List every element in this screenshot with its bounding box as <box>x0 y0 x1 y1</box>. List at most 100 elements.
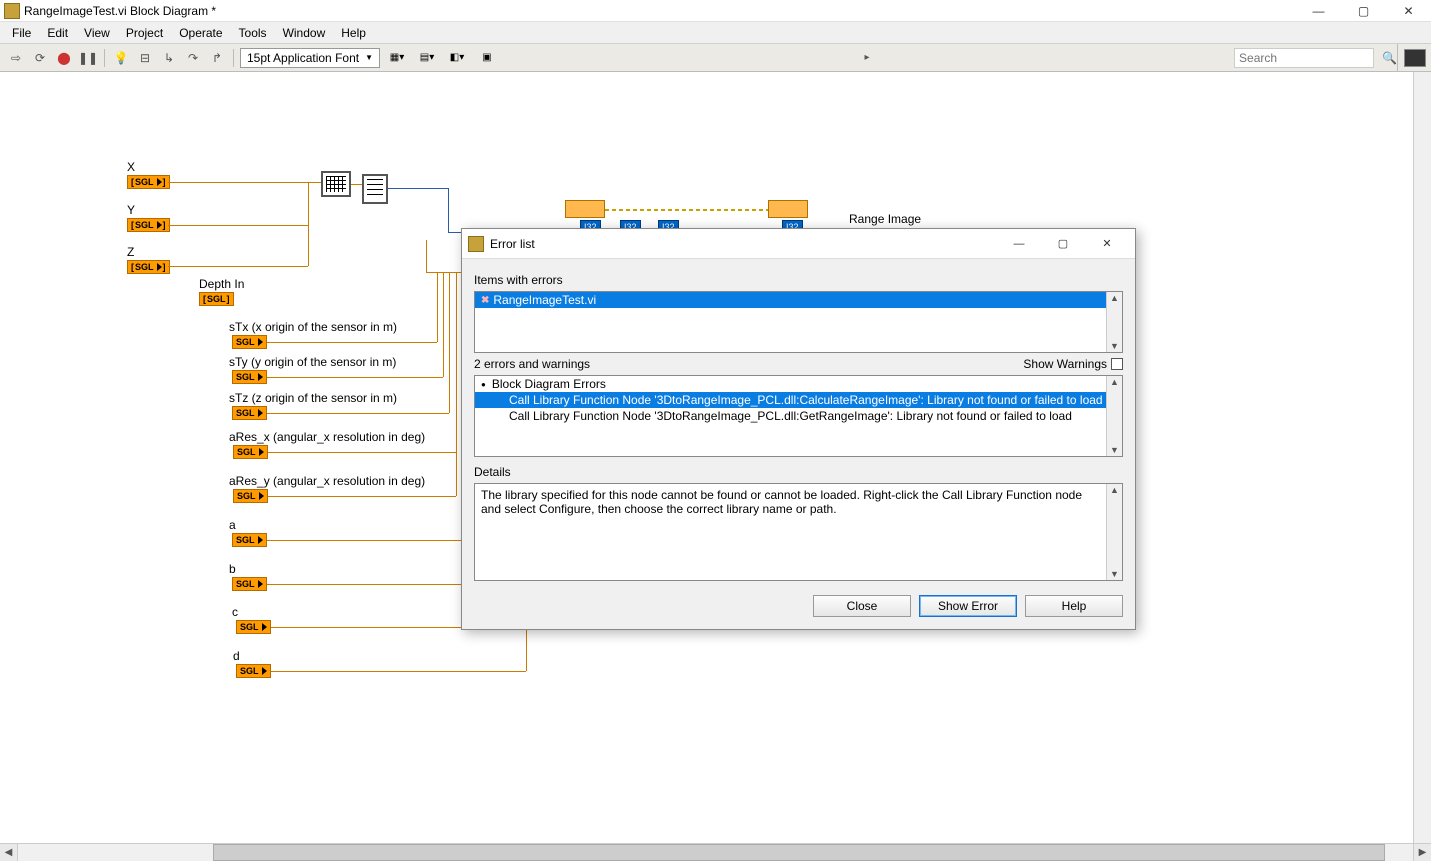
menu-bar: File Edit View Project Operate Tools Win… <box>0 22 1431 44</box>
font-selector[interactable]: 15pt Application Font ▼ <box>240 48 380 68</box>
error-entry-1[interactable]: Call Library Function Node '3DtoRangeIma… <box>475 392 1122 408</box>
control-d[interactable]: SGL <box>236 664 271 678</box>
label-range-image: Range Image <box>849 212 921 226</box>
control-aresx[interactable]: SGL <box>233 445 268 459</box>
show-warnings-toggle[interactable]: Show Warnings <box>1023 357 1123 371</box>
abort-button[interactable]: ⬤ <box>54 48 74 68</box>
dialog-title-bar[interactable]: Error list — ▢ ✕ <box>462 229 1135 259</box>
details-content: The library specified for this node cann… <box>481 488 1116 516</box>
control-stx[interactable]: SGL <box>232 335 267 349</box>
control-y[interactable]: SGL <box>127 218 170 232</box>
scroll-right-icon[interactable]: ▶ <box>1413 844 1431 861</box>
label-aresx: aRes_x (angular_x resolution in deg) <box>229 430 425 444</box>
control-aresy[interactable]: SGL <box>233 489 268 503</box>
window-controls: — ▢ ✕ <box>1296 1 1431 21</box>
label-a: a <box>229 518 236 532</box>
build-array-node[interactable] <box>362 174 388 204</box>
label-d: d <box>233 649 240 663</box>
maximize-button[interactable]: ▢ <box>1341 1 1386 21</box>
dialog-body: Items with errors ✖ RangeImageTest.vi ▲▼… <box>462 259 1135 587</box>
horizontal-scrollbar[interactable]: ◀ ▶ <box>0 843 1431 861</box>
control-sty[interactable]: SGL <box>232 370 267 384</box>
step-into-button[interactable]: ↳ <box>159 48 179 68</box>
align-button[interactable]: ▦▾ <box>384 48 410 68</box>
details-text: The library specified for this node cann… <box>474 483 1123 581</box>
control-z[interactable]: SGL <box>127 260 170 274</box>
reorder-button[interactable]: ▣ <box>474 48 500 68</box>
window-title: RangeImageTest.vi Block Diagram * <box>24 4 1296 18</box>
error-item-label: RangeImageTest.vi <box>493 293 596 307</box>
label-x: X <box>127 160 135 174</box>
control-depth-in[interactable]: SGL <box>199 292 234 306</box>
run-continuous-button[interactable]: ⟳ <box>30 48 50 68</box>
menu-project[interactable]: Project <box>118 24 171 42</box>
label-sty: sTy (y origin of the sensor in m) <box>229 355 396 369</box>
menu-view[interactable]: View <box>76 24 118 42</box>
label-y: Y <box>127 203 135 217</box>
dialog-close-button[interactable]: ✕ <box>1085 230 1129 258</box>
errors-summary-row: 2 errors and warnings Show Warnings <box>474 357 1123 371</box>
search-input[interactable] <box>1239 51 1369 65</box>
function-node-2[interactable] <box>768 200 808 218</box>
control-a[interactable]: SGL <box>232 533 267 547</box>
error-item[interactable]: ✖ RangeImageTest.vi <box>475 292 1122 308</box>
title-bar: RangeImageTest.vi Block Diagram * — ▢ ✕ <box>0 0 1431 22</box>
search-trigger-icon: ▸ <box>865 52 870 63</box>
dialog-minimize-button[interactable]: — <box>997 230 1041 258</box>
menu-window[interactable]: Window <box>275 24 334 42</box>
build-cluster-node[interactable] <box>321 171 351 197</box>
menu-help[interactable]: Help <box>333 24 374 42</box>
vertical-scrollbar[interactable] <box>1413 72 1431 843</box>
run-button[interactable]: ⇨ <box>6 48 26 68</box>
menu-edit[interactable]: Edit <box>39 24 76 42</box>
function-node-1[interactable] <box>565 200 605 218</box>
menu-tools[interactable]: Tools <box>231 24 275 42</box>
menu-operate[interactable]: Operate <box>171 24 230 42</box>
pause-button[interactable]: ❚❚ <box>78 48 98 68</box>
chevron-down-icon: ▼ <box>365 53 373 62</box>
error-group[interactable]: Block Diagram Errors <box>475 376 1122 392</box>
highlight-execution-button[interactable]: 💡 <box>111 48 131 68</box>
separator <box>104 49 105 67</box>
step-over-button[interactable]: ↷ <box>183 48 203 68</box>
control-b[interactable]: SGL <box>232 577 267 591</box>
control-c[interactable]: SGL <box>236 620 271 634</box>
distribute-button[interactable]: ▤▾ <box>414 48 440 68</box>
list-scrollbar[interactable]: ▲▼ <box>1106 376 1122 456</box>
show-warnings-label: Show Warnings <box>1023 357 1107 371</box>
close-button[interactable]: Close <box>813 595 911 617</box>
scroll-track[interactable] <box>18 844 1413 861</box>
scroll-thumb[interactable] <box>213 844 1385 861</box>
connector-pane-icon[interactable] <box>1397 44 1431 72</box>
show-error-button[interactable]: Show Error <box>919 595 1017 617</box>
label-stz: sTz (z origin of the sensor in m) <box>229 391 397 405</box>
help-button[interactable]: Help <box>1025 595 1123 617</box>
items-with-errors-list[interactable]: ✖ RangeImageTest.vi ▲▼ <box>474 291 1123 353</box>
scroll-left-icon[interactable]: ◀ <box>0 844 18 861</box>
errors-count-label: 2 errors and warnings <box>474 357 1023 371</box>
close-button[interactable]: ✕ <box>1386 1 1431 21</box>
error-list-dialog: Error list — ▢ ✕ Items with errors ✖ Ran… <box>461 228 1136 630</box>
dialog-button-row: Close Show Error Help <box>462 587 1135 629</box>
retain-wire-button[interactable]: ⊟ <box>135 48 155 68</box>
minimize-button[interactable]: — <box>1296 1 1341 21</box>
menu-file[interactable]: File <box>4 24 39 42</box>
resize-button[interactable]: ◧▾ <box>444 48 470 68</box>
search-box[interactable] <box>1234 48 1374 68</box>
separator <box>233 49 234 67</box>
search-icon[interactable]: 🔍 <box>1382 51 1397 65</box>
label-z: Z <box>127 245 134 259</box>
dialog-maximize-button[interactable]: ▢ <box>1041 230 1085 258</box>
error-entry-2[interactable]: Call Library Function Node '3DtoRangeIma… <box>475 408 1122 424</box>
control-x[interactable]: SGL <box>127 175 170 189</box>
details-scrollbar[interactable]: ▲▼ <box>1106 484 1122 580</box>
control-stz[interactable]: SGL <box>232 406 267 420</box>
label-b: b <box>229 562 236 576</box>
show-warnings-checkbox[interactable] <box>1111 358 1123 370</box>
step-out-button[interactable]: ↱ <box>207 48 227 68</box>
list-scrollbar[interactable]: ▲▼ <box>1106 292 1122 352</box>
label-aresy: aRes_y (angular_x resolution in deg) <box>229 474 425 488</box>
label-stx: sTx (x origin of the sensor in m) <box>229 320 397 334</box>
font-name: 15pt Application Font <box>247 51 359 65</box>
errors-warnings-list[interactable]: Block Diagram Errors Call Library Functi… <box>474 375 1123 457</box>
